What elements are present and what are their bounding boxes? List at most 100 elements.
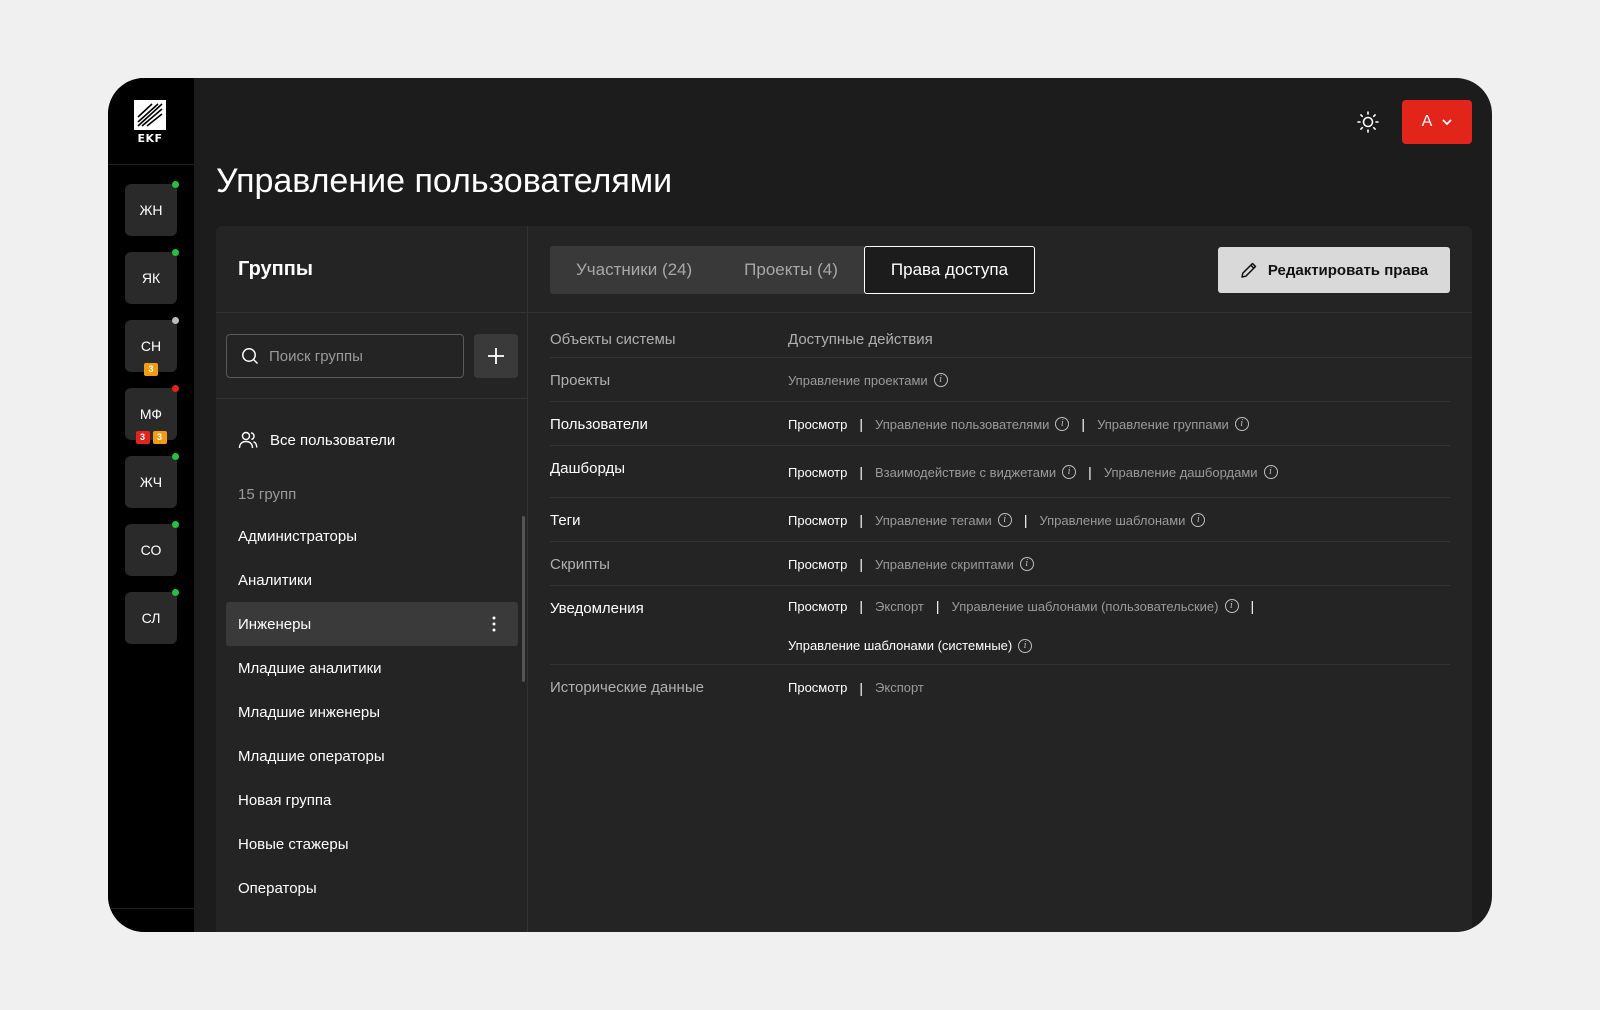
info-icon[interactable]: i xyxy=(1055,417,1070,431)
workspace-label: ЖЧ xyxy=(139,474,163,490)
info-icon[interactable]: i xyxy=(1062,465,1077,479)
app-window: EKF ЖН ЯК СН 3 МФ 3 3 ЖЧ СО СЛ А Управление польз… xyxy=(108,78,1492,932)
users-icon xyxy=(238,431,258,449)
group-item[interactable]: Аналитики xyxy=(226,558,518,602)
permission-action: Управление скриптами i xyxy=(875,557,1034,572)
edit-permissions-label: Редактировать права xyxy=(1267,261,1429,279)
group-item[interactable]: Младшие инженеры xyxy=(226,690,518,734)
workspace-button[interactable]: ЖН xyxy=(125,181,179,236)
info-icon[interactable]: i xyxy=(1224,599,1239,613)
info-icon[interactable]: i xyxy=(1191,513,1206,527)
group-item[interactable]: Инженеры xyxy=(226,602,518,646)
rail-divider-bottom xyxy=(108,908,194,909)
chevron-down-icon xyxy=(1442,118,1452,125)
action-label: Управление шаблонами xyxy=(1039,512,1186,528)
actions-cell: Просмотр | Взаимодействие с виджетами i | Упр… xyxy=(788,446,1450,497)
action-label: Экспорт xyxy=(875,680,924,695)
scrollbar-thumb[interactable] xyxy=(522,516,525,682)
action-label: Экспорт xyxy=(875,598,924,614)
count-badge: 3 xyxy=(152,431,167,444)
actions-cell: Просмотр | Управление скриптами i xyxy=(788,542,1450,585)
table-row: Проекты Управление проектами i xyxy=(550,358,1450,402)
tab-0[interactable]: Участники (24) xyxy=(550,246,718,294)
workspace-button[interactable]: СЛ xyxy=(125,589,179,644)
groups-title: Группы xyxy=(238,258,313,280)
status-dot xyxy=(172,181,179,188)
groups-count: 15 групп xyxy=(238,486,297,503)
info-icon[interactable]: i xyxy=(1019,557,1034,571)
permission-action: Просмотр xyxy=(788,513,847,528)
col-objects-header: Объекты системы xyxy=(550,331,676,348)
divider xyxy=(216,398,527,399)
actions-cell: Просмотр | Управление пользователями i | Упра… xyxy=(788,402,1450,445)
all-users-item[interactable]: Все пользователи xyxy=(238,430,395,450)
action-label: Взаимодействие с виджетами xyxy=(875,464,1057,480)
workspace-button[interactable]: ЯК xyxy=(125,249,179,304)
workspace-label: СН xyxy=(140,338,162,354)
table-row: Теги Просмотр | Управление тегами i | Управлен… xyxy=(550,498,1450,542)
plus-icon xyxy=(488,348,504,364)
logo-mark-icon xyxy=(134,100,166,130)
workspace-button[interactable]: ЖЧ xyxy=(125,453,179,508)
permission-action: Управление шаблонами (системные) i xyxy=(788,638,1033,653)
info-icon[interactable]: i xyxy=(1018,638,1033,653)
action-label: Просмотр xyxy=(788,512,848,528)
theme-toggle-button[interactable] xyxy=(1352,106,1384,138)
table-row: Пользователи Просмотр | Управление пользова… xyxy=(550,402,1450,446)
permission-action: Просмотр xyxy=(788,417,847,432)
group-item[interactable]: Младшие операторы xyxy=(226,734,518,778)
edit-permissions-button[interactable]: Редактировать права xyxy=(1218,247,1450,293)
tab-bar: Участники (24) Проекты (4) Права доступа xyxy=(550,246,1036,294)
user-initial: А xyxy=(1421,113,1433,130)
group-label: Младшие операторы xyxy=(238,747,385,765)
tab-2[interactable]: Права доступа xyxy=(863,246,1036,294)
col-actions-header: Доступные действия xyxy=(788,331,933,348)
permission-action: Просмотр xyxy=(788,465,847,480)
actions-cell: Управление проектами i xyxy=(788,358,1450,401)
separator: | xyxy=(859,512,864,528)
count-badge: 3 xyxy=(144,363,158,376)
workspace-button[interactable]: МФ 3 3 xyxy=(125,385,179,444)
info-icon[interactable]: i xyxy=(1263,465,1278,479)
group-item[interactable]: Новая группа xyxy=(226,778,518,822)
info-icon[interactable]: i xyxy=(1234,417,1249,431)
divider xyxy=(528,312,1472,313)
permissions-table-header: Объекты системы Доступные действия xyxy=(550,322,1472,358)
group-label: Младшие инженеры xyxy=(238,703,381,721)
badges: 3 xyxy=(125,363,177,376)
action-label: Управление дашбордами xyxy=(1103,464,1258,480)
permission-action: Управление тегами i xyxy=(875,513,1012,528)
group-item[interactable]: Операторы xyxy=(226,866,518,910)
ekf-logo[interactable]: EKF xyxy=(134,100,168,145)
group-label: Администраторы xyxy=(238,527,358,545)
group-item[interactable]: Администраторы xyxy=(226,514,518,558)
object-name: Теги xyxy=(550,512,581,529)
group-item[interactable]: Младшие аналитики xyxy=(226,646,518,690)
workspace-button[interactable]: СО xyxy=(125,521,179,576)
info-icon[interactable]: i xyxy=(933,373,948,387)
action-label: Просмотр xyxy=(788,598,848,614)
search-input[interactable] xyxy=(269,347,449,365)
table-row: Уведомления Просмотр | Экспорт | Управление ш… xyxy=(550,586,1450,665)
group-label: Операторы xyxy=(238,879,317,897)
more-vertical-icon[interactable] xyxy=(484,614,504,634)
permission-action: Экспорт xyxy=(875,680,924,695)
separator: | xyxy=(859,556,864,572)
object-name: Скрипты xyxy=(550,556,610,573)
user-menu-button[interactable]: А xyxy=(1402,100,1472,144)
separator: | xyxy=(859,464,864,480)
permission-action: Управление проектами i xyxy=(788,373,948,388)
workspace-label: СО xyxy=(140,542,162,558)
action-label: Просмотр xyxy=(788,464,848,480)
add-group-button[interactable] xyxy=(474,334,518,378)
group-label: Новая группа xyxy=(238,791,332,809)
actions-cell: Просмотр | Управление тегами i | Управление ш… xyxy=(788,498,1450,541)
separator: | xyxy=(1081,416,1086,432)
info-icon[interactable]: i xyxy=(997,513,1012,527)
workspace-button[interactable]: СН 3 xyxy=(125,317,179,376)
group-item[interactable]: Новые стажеры xyxy=(226,822,518,866)
group-label: Новые стажеры xyxy=(238,835,349,853)
tab-1[interactable]: Проекты (4) xyxy=(718,246,864,294)
workspace-label: ЖН xyxy=(139,202,163,218)
sun-icon xyxy=(1357,111,1379,133)
